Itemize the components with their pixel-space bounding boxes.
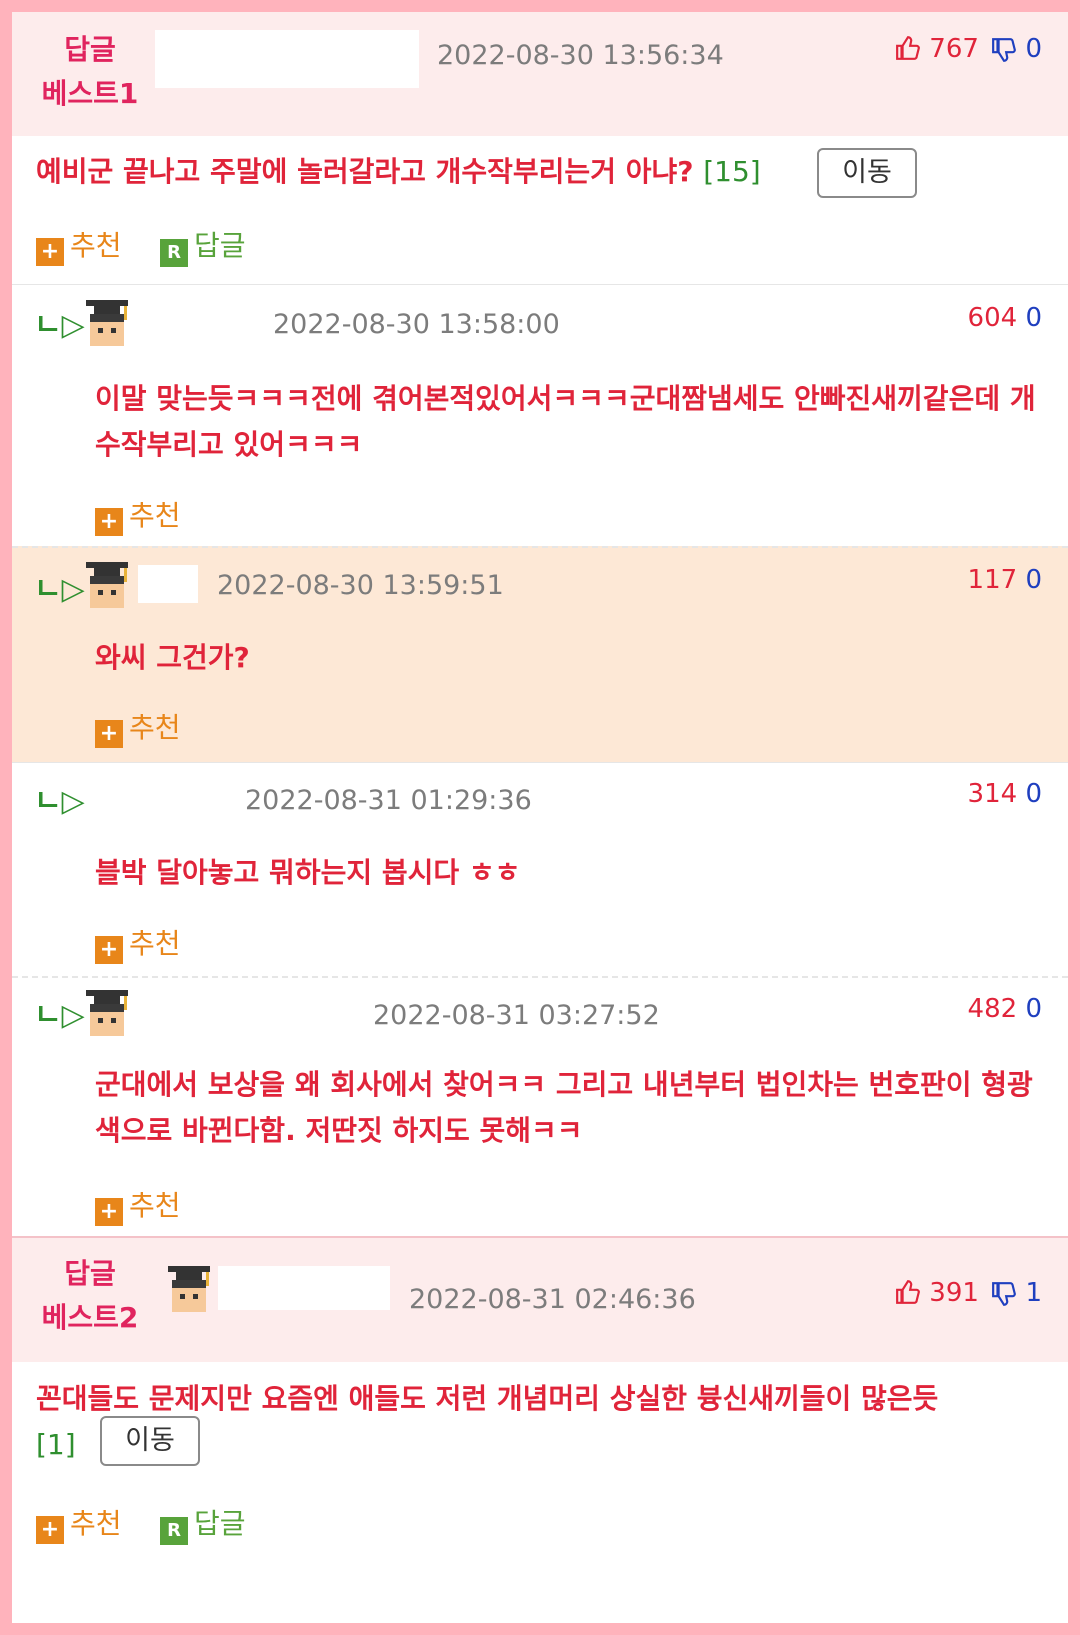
reply1-text: 이말 맞는듯ㅋㅋㅋ전에 겪어본적있어서ㅋㅋㅋ군대짬냄세도 안빠진새끼같은데 개수… bbox=[95, 382, 1036, 461]
best1-comment-text: 예비군 끝나고 주말에 놀러갈라고 개수작부리는거 아냐? bbox=[36, 155, 694, 188]
best2-recommend-button[interactable]: + 추천 bbox=[36, 1502, 122, 1544]
plus-icon: + bbox=[95, 1198, 123, 1226]
best2-header: 답글 베스트2 2022-08-31 02:46:36 391 1 bbox=[12, 1238, 1068, 1362]
plus-icon: + bbox=[95, 720, 123, 748]
divider bbox=[12, 284, 1068, 285]
reply2-recommend-button[interactable]: + 추천 bbox=[95, 706, 181, 748]
reply3-timestamp: 2022-08-31 01:29:36 bbox=[245, 785, 532, 816]
reply3-recommend-button[interactable]: + 추천 bbox=[95, 922, 181, 964]
best2-label-line1: 답글 bbox=[64, 1257, 116, 1290]
reply4-down-count[interactable]: 0 bbox=[1025, 994, 1042, 1024]
reply3-text: 블박 달아놓고 뭐하는지 봅시다 ㅎㅎ bbox=[95, 856, 521, 889]
reply-r-icon: R bbox=[160, 1517, 188, 1545]
best2-move-button[interactable]: 이동 bbox=[100, 1416, 200, 1466]
reply4-votes: 482 0 bbox=[968, 994, 1042, 1024]
reply3-votes: 314 0 bbox=[968, 779, 1042, 809]
best1-label-line1: 답글 bbox=[64, 33, 116, 66]
best2-reply-count-wrap: [1] bbox=[36, 1422, 76, 1468]
best1-author-name[interactable] bbox=[155, 30, 419, 88]
avatar[interactable] bbox=[80, 988, 134, 1042]
reply2-recommend-label: 추천 bbox=[129, 711, 181, 744]
best2-timestamp: 2022-08-31 02:46:36 bbox=[409, 1284, 696, 1315]
best1-up-count: 767 bbox=[929, 34, 979, 64]
best2-recommend-label: 추천 bbox=[70, 1507, 122, 1540]
best2-down-count: 1 bbox=[1025, 1278, 1042, 1308]
reply3-down-count[interactable]: 0 bbox=[1025, 779, 1042, 809]
best1-recommend-label: 추천 bbox=[70, 229, 122, 262]
reply4-text: 군대에서 보상을 왜 회사에서 찾어ㅋㅋ 그리고 내년부터 법인차는 번호판이 … bbox=[95, 1068, 1033, 1147]
reply-r-icon: R bbox=[160, 239, 188, 267]
best1-header: 답글 베스트1 2022-08-30 13:56:34 767 0 bbox=[12, 12, 1068, 136]
divider bbox=[12, 762, 1068, 763]
reply1-recommend-button[interactable]: + 추천 bbox=[95, 494, 181, 536]
plus-icon: + bbox=[36, 1516, 64, 1544]
best2-author-name[interactable] bbox=[218, 1266, 390, 1310]
reply4-up-count[interactable]: 482 bbox=[968, 994, 1018, 1024]
avatar[interactable] bbox=[80, 560, 134, 614]
thumb-up-icon[interactable] bbox=[895, 1278, 929, 1308]
reply1-recommend-label: 추천 bbox=[129, 499, 181, 532]
reply-arrow-icon: ㄴ▷ bbox=[34, 998, 85, 1033]
avatar[interactable] bbox=[162, 1264, 216, 1318]
divider bbox=[12, 976, 1068, 978]
best1-reply-label: 답글 bbox=[194, 229, 246, 262]
best2-votes: 391 1 bbox=[895, 1278, 1042, 1308]
reply4-recommend-button[interactable]: + 추천 bbox=[95, 1184, 181, 1226]
reply2-author-name[interactable] bbox=[138, 565, 198, 603]
reply2-votes: 117 0 bbox=[968, 565, 1042, 595]
reply2-timestamp: 2022-08-30 13:59:51 bbox=[217, 570, 504, 601]
best1-down-count: 0 bbox=[1025, 34, 1042, 64]
best2-label-line2: 베스트2 bbox=[41, 1301, 139, 1334]
thumb-up-icon[interactable] bbox=[895, 34, 929, 64]
best1-reply-button[interactable]: R 답글 bbox=[160, 224, 246, 267]
thumb-down-icon[interactable] bbox=[991, 34, 1025, 64]
best1-label-line2: 베스트1 bbox=[41, 77, 139, 110]
reply-arrow-icon: ㄴ▷ bbox=[34, 308, 85, 343]
divider bbox=[12, 546, 1068, 548]
reply-arrow-icon: ㄴ▷ bbox=[34, 572, 85, 607]
comment-list: 답글 베스트1 2022-08-30 13:56:34 767 0 예비군 끝나… bbox=[0, 0, 1080, 1635]
reply4-recommend-label: 추천 bbox=[129, 1189, 181, 1222]
best1-votes: 767 0 bbox=[895, 34, 1042, 64]
reply1-down-count[interactable]: 0 bbox=[1025, 303, 1042, 333]
reply2-up-count[interactable]: 117 bbox=[968, 565, 1018, 595]
avatar[interactable] bbox=[80, 298, 134, 352]
best2-label: 답글 베스트2 bbox=[30, 1252, 150, 1340]
best1-recommend-button[interactable]: + 추천 bbox=[36, 224, 122, 266]
thumb-down-icon[interactable] bbox=[991, 1278, 1025, 1308]
best1-reply-count[interactable]: [15] bbox=[703, 155, 760, 188]
best1-timestamp: 2022-08-30 13:56:34 bbox=[437, 40, 724, 71]
reply4-timestamp: 2022-08-31 03:27:52 bbox=[373, 1000, 660, 1031]
plus-icon: + bbox=[95, 936, 123, 964]
best2-up-count: 391 bbox=[929, 1278, 979, 1308]
reply2-text: 와씨 그건가? bbox=[95, 641, 250, 674]
reply1-votes: 604 0 bbox=[968, 303, 1042, 333]
reply2-down-count[interactable]: 0 bbox=[1025, 565, 1042, 595]
best1-move-button[interactable]: 이동 bbox=[817, 148, 917, 198]
best2-comment-text: 꼰대들도 문제지만 요즘엔 애들도 저런 개념머리 상실한 븅신새끼들이 많은듯 bbox=[36, 1382, 939, 1415]
best1-comment: 예비군 끝나고 주말에 놀러갈라고 개수작부리는거 아냐? [15] bbox=[36, 149, 796, 195]
plus-icon: + bbox=[95, 508, 123, 536]
reply1-up-count[interactable]: 604 bbox=[968, 303, 1018, 333]
reply-arrow-icon: ㄴ▷ bbox=[34, 784, 85, 819]
best1-label: 답글 베스트1 bbox=[30, 28, 150, 116]
best2-reply-label: 답글 bbox=[194, 1507, 246, 1540]
reply3-recommend-label: 추천 bbox=[129, 927, 181, 960]
plus-icon: + bbox=[36, 238, 64, 266]
best2-reply-count[interactable]: [1] bbox=[36, 1428, 76, 1461]
reply3-up-count[interactable]: 314 bbox=[968, 779, 1018, 809]
best2-reply-button[interactable]: R 답글 bbox=[160, 1502, 246, 1545]
reply1-timestamp: 2022-08-30 13:58:00 bbox=[273, 309, 560, 340]
